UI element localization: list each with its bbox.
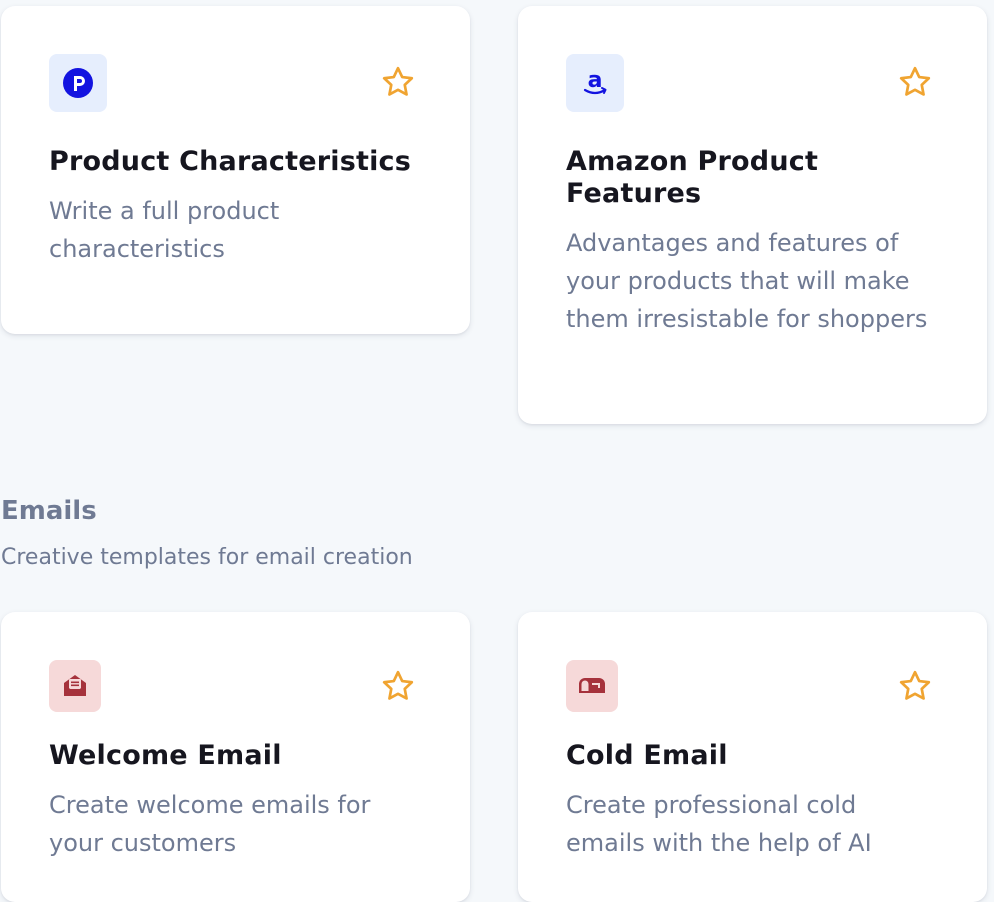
card-title: Welcome Email [49, 740, 282, 771]
svg-text:a: a [588, 68, 603, 93]
welcome-email-icon-box [49, 660, 101, 712]
card-description: Create welcome emails for your customers [49, 791, 371, 857]
card-description: Create professional cold emails with the… [566, 791, 872, 857]
template-card-welcome-email[interactable]: Welcome Email Create welcome emails for … [1, 612, 470, 902]
template-card-product-characteristics[interactable]: Product Characteristics Write a full pro… [1, 6, 470, 334]
favorite-star-icon[interactable] [380, 64, 416, 100]
section-title: Emails [1, 496, 97, 526]
card-description: Write a full product characteristics [49, 197, 280, 263]
amazon-icon: a [583, 68, 607, 95]
card-title: Product Characteristics [49, 146, 412, 177]
product-icon-box [49, 54, 107, 112]
favorite-star-icon[interactable] [897, 64, 933, 100]
cold-email-icon-box [566, 660, 618, 712]
template-card-amazon-product-features[interactable]: a Amazon Product Features Advantages and… [518, 6, 987, 424]
template-card-cold-email[interactable]: Cold Email Create professional cold emai… [518, 612, 987, 902]
mailbox-icon [579, 678, 605, 693]
card-title: Cold Email [566, 740, 728, 771]
favorite-star-icon[interactable] [897, 668, 933, 704]
favorite-star-icon[interactable] [380, 668, 416, 704]
open-envelope-icon [64, 675, 86, 696]
amazon-icon-box: a [566, 54, 624, 112]
product-p-icon [63, 68, 93, 98]
card-description: Advantages and features of your products… [566, 229, 928, 333]
section-subtitle: Creative templates for email creation [1, 545, 413, 570]
card-title: Amazon Product Features [566, 146, 819, 209]
